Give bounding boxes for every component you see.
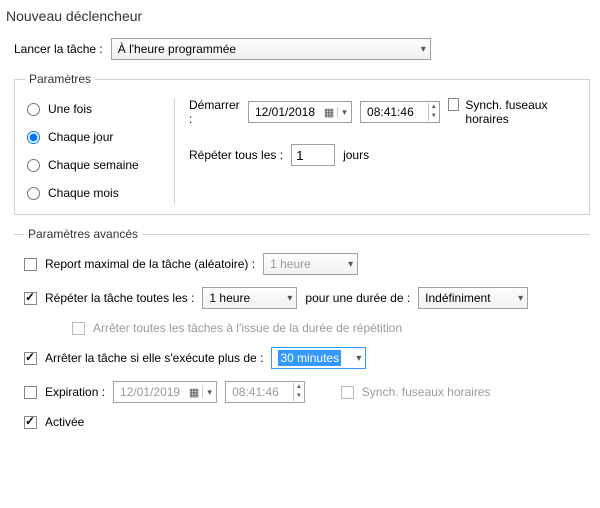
stop-all-label: Arrêter toutes les tâches à l'issue de l…	[93, 321, 402, 335]
sync-tz-checkbox[interactable]	[448, 98, 460, 111]
start-label: Démarrer :	[189, 98, 240, 126]
stop-if-checkbox[interactable]	[24, 352, 37, 365]
radio-monthly-input[interactable]	[27, 187, 40, 200]
spinner-down-icon[interactable]: ▼	[429, 112, 439, 121]
repeat-for-value: Indéfiniment	[425, 291, 490, 305]
repeat-for-combo[interactable]: Indéfiniment ▾	[418, 287, 528, 309]
params-legend: Paramètres	[25, 72, 95, 86]
calendar-icon: ▦	[186, 386, 202, 399]
radio-weekly-label: Chaque semaine	[48, 158, 139, 172]
radio-monthly-label: Chaque mois	[48, 186, 119, 200]
radio-daily-label: Chaque jour	[48, 130, 113, 144]
expire-label: Expiration :	[45, 385, 105, 399]
radio-once-input[interactable]	[27, 103, 40, 116]
stop-if-combo[interactable]: 30 minutes ▾	[271, 347, 366, 369]
expire-time-value: 08:41:46	[226, 385, 293, 399]
advanced-legend: Paramètres avancés	[24, 227, 142, 241]
params-fieldset: Paramètres Une fois Chaque jour Chaque s…	[14, 72, 590, 215]
repeat-combo-value: 1 heure	[209, 291, 250, 305]
chevron-down-icon: ▾	[421, 44, 426, 55]
spinner-up-icon[interactable]: ▲	[429, 103, 439, 112]
repeat-days-label-b: jours	[343, 148, 369, 162]
start-time-value: 08:41:46	[361, 105, 428, 119]
expire-sync-checkbox	[341, 386, 354, 399]
chevron-down-icon: ▾	[518, 293, 523, 304]
radio-daily-input[interactable]	[27, 131, 40, 144]
calendar-icon: ▦	[321, 106, 337, 119]
chevron-down-icon: ▾	[337, 107, 351, 118]
expire-sync-label: Synch. fuseaux horaires	[362, 385, 491, 399]
radio-monthly[interactable]: Chaque mois	[27, 186, 160, 200]
chevron-down-icon: ▾	[287, 293, 292, 304]
start-date-picker[interactable]: 12/01/2018 ▦ ▾	[248, 101, 352, 123]
enabled-checkbox[interactable]	[24, 416, 37, 429]
delay-combo-value: 1 heure	[270, 257, 311, 271]
sync-tz-label: Synch. fuseaux horaires	[465, 98, 579, 126]
radio-once-label: Une fois	[48, 102, 92, 116]
delay-combo: 1 heure ▾	[263, 253, 358, 275]
advanced-fieldset: Paramètres avancés Report maximal de la …	[14, 227, 590, 441]
expire-time-spinner: 08:41:46 ▲▼	[225, 381, 305, 403]
window-title: Nouveau déclencheur	[0, 0, 600, 34]
expire-checkbox[interactable]	[24, 386, 37, 399]
launch-label: Lancer la tâche :	[14, 42, 103, 56]
radio-weekly-input[interactable]	[27, 159, 40, 172]
repeat-combo[interactable]: 1 heure ▾	[202, 287, 297, 309]
delay-checkbox[interactable]	[24, 258, 37, 271]
delay-label: Report maximal de la tâche (aléatoire) :	[45, 257, 255, 271]
stop-if-value: 30 minutes	[278, 350, 341, 366]
spinner-up-icon: ▲	[294, 383, 304, 392]
repeat-label: Répéter la tâche toutes les :	[45, 291, 194, 305]
radio-weekly[interactable]: Chaque semaine	[27, 158, 160, 172]
repeat-checkbox[interactable]	[24, 292, 37, 305]
stop-if-label: Arrêter la tâche si elle s'exécute plus …	[45, 351, 263, 365]
start-date-value: 12/01/2018	[249, 105, 321, 119]
spinner-down-icon: ▼	[294, 392, 304, 401]
expire-date-value: 12/01/2019	[114, 385, 186, 399]
launch-combo[interactable]: À l'heure programmée ▾	[111, 38, 431, 60]
start-time-spinner[interactable]: 08:41:46 ▲▼	[360, 101, 440, 123]
radio-once[interactable]: Une fois	[27, 102, 160, 116]
repeat-days-label-a: Répéter tous les :	[189, 148, 283, 162]
enabled-label: Activée	[45, 415, 84, 429]
radio-daily[interactable]: Chaque jour	[27, 130, 160, 144]
repeat-days-input[interactable]	[291, 144, 335, 166]
stop-all-checkbox	[72, 322, 85, 335]
chevron-down-icon: ▾	[348, 259, 353, 270]
chevron-down-icon: ▾	[356, 353, 361, 364]
repeat-for-label: pour une durée de :	[305, 291, 410, 305]
launch-combo-value: À l'heure programmée	[118, 42, 236, 56]
chevron-down-icon: ▾	[202, 387, 216, 398]
expire-date-picker: 12/01/2019 ▦ ▾	[113, 381, 217, 403]
